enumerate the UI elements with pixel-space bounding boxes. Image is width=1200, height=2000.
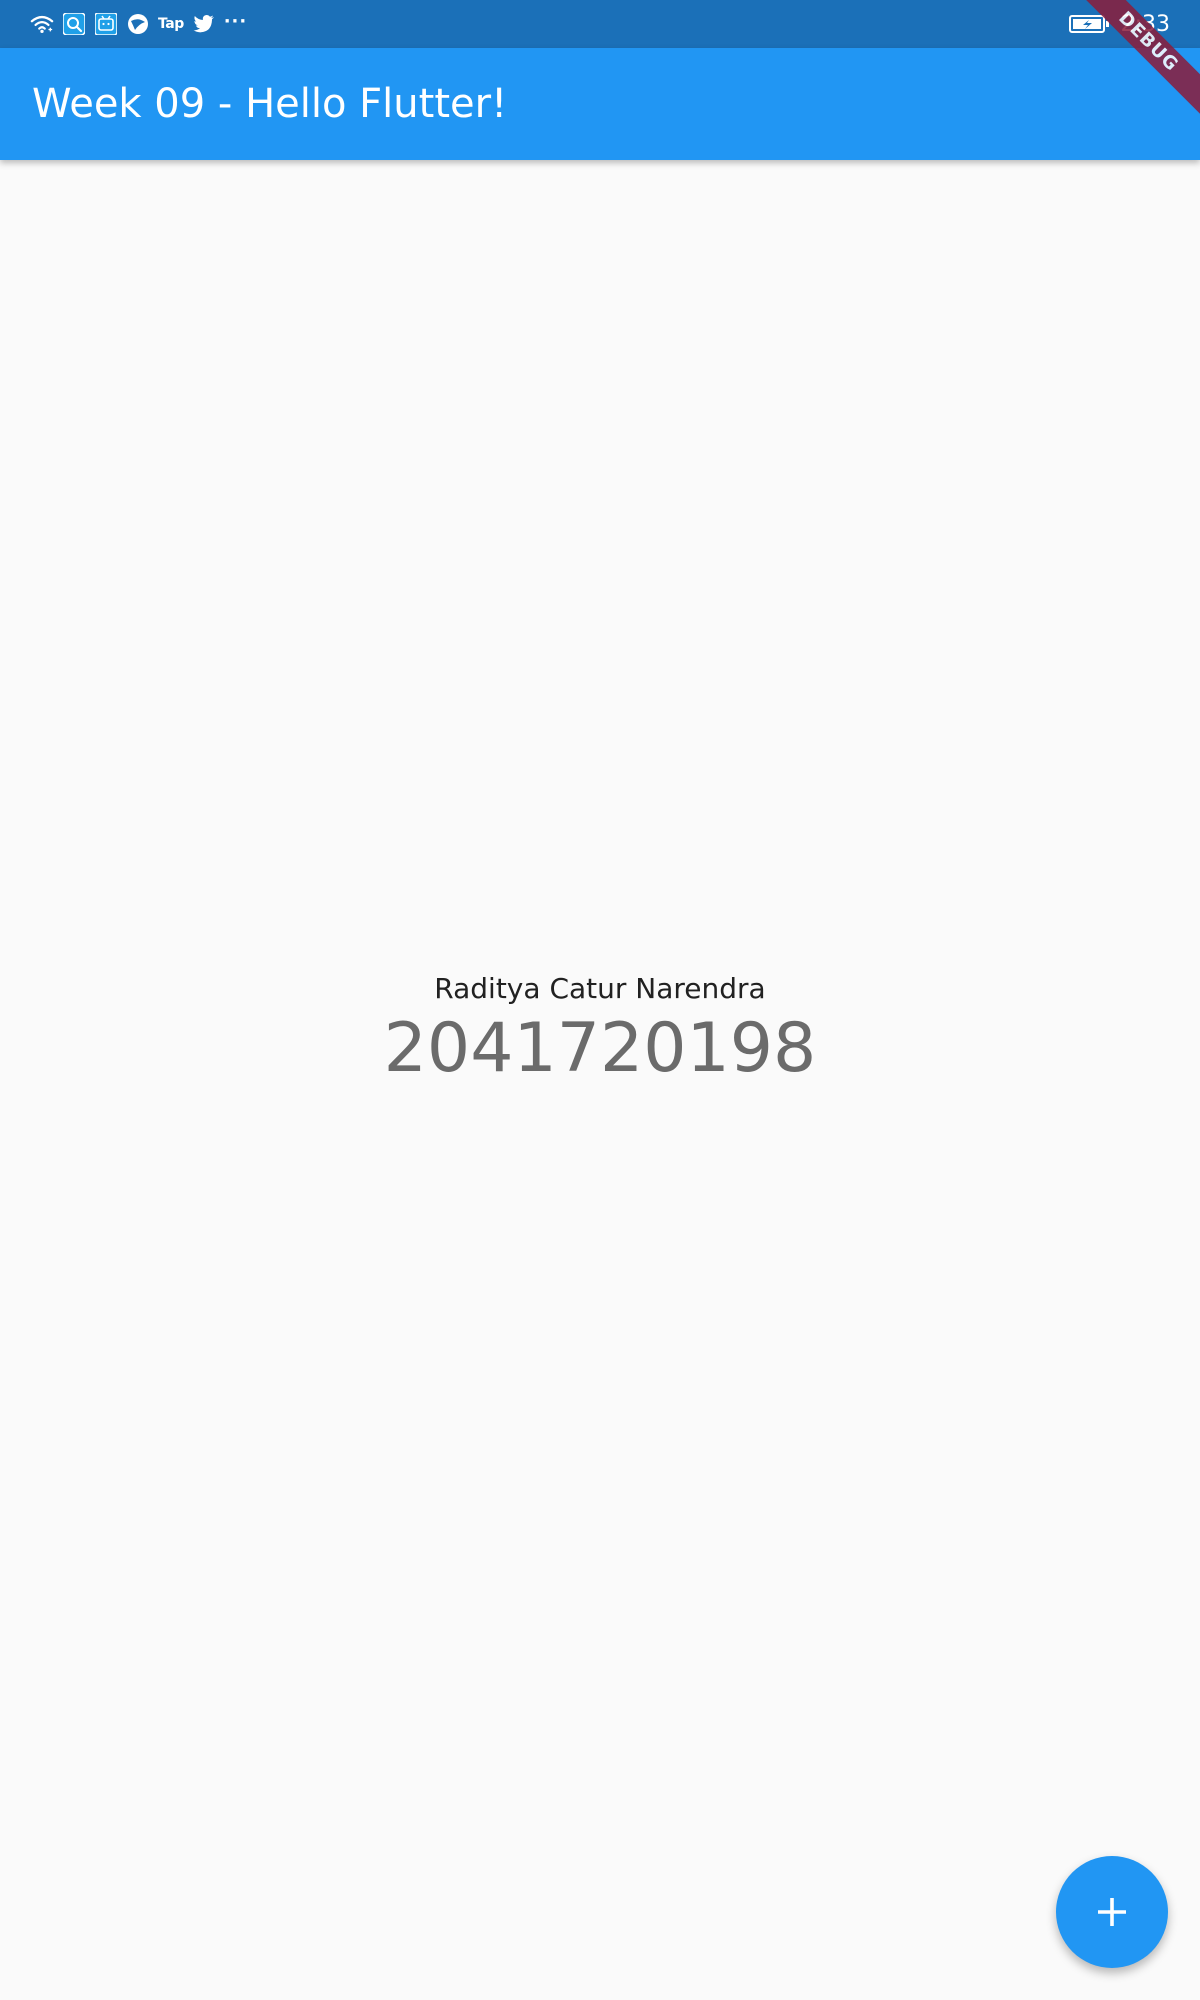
main-content: Raditya Catur Narendra 2041720198 bbox=[0, 160, 1200, 2000]
app-screen: Tap ··· 2:33 Week 09 - Hello Flutter! DE… bbox=[0, 0, 1200, 2000]
center-column: Raditya Catur Narendra 2041720198 bbox=[384, 971, 817, 1089]
wifi-icon bbox=[30, 12, 54, 36]
student-number: 2041720198 bbox=[383, 1009, 817, 1088]
status-bar-notifications: Tap ··· bbox=[30, 10, 247, 38]
search-app-icon bbox=[62, 12, 86, 36]
app-bar: Week 09 - Hello Flutter! bbox=[0, 48, 1200, 160]
add-button[interactable] bbox=[1056, 1856, 1168, 1968]
status-time: 2:33 bbox=[1120, 11, 1170, 37]
tap-icon: Tap bbox=[158, 16, 184, 32]
browser-icon bbox=[126, 12, 150, 36]
more-icon: ··· bbox=[223, 10, 248, 32]
battery-charging-icon bbox=[1068, 12, 1111, 36]
status-bar-system: 2:33 bbox=[1068, 10, 1170, 38]
student-name: Raditya Catur Narendra bbox=[434, 972, 766, 1005]
add-icon bbox=[1094, 1894, 1130, 1930]
app-bar-title: Week 09 - Hello Flutter! bbox=[32, 81, 508, 127]
bilibili-icon bbox=[94, 12, 118, 36]
status-bar: Tap ··· 2:33 bbox=[0, 0, 1200, 48]
twitter-icon bbox=[192, 12, 216, 36]
